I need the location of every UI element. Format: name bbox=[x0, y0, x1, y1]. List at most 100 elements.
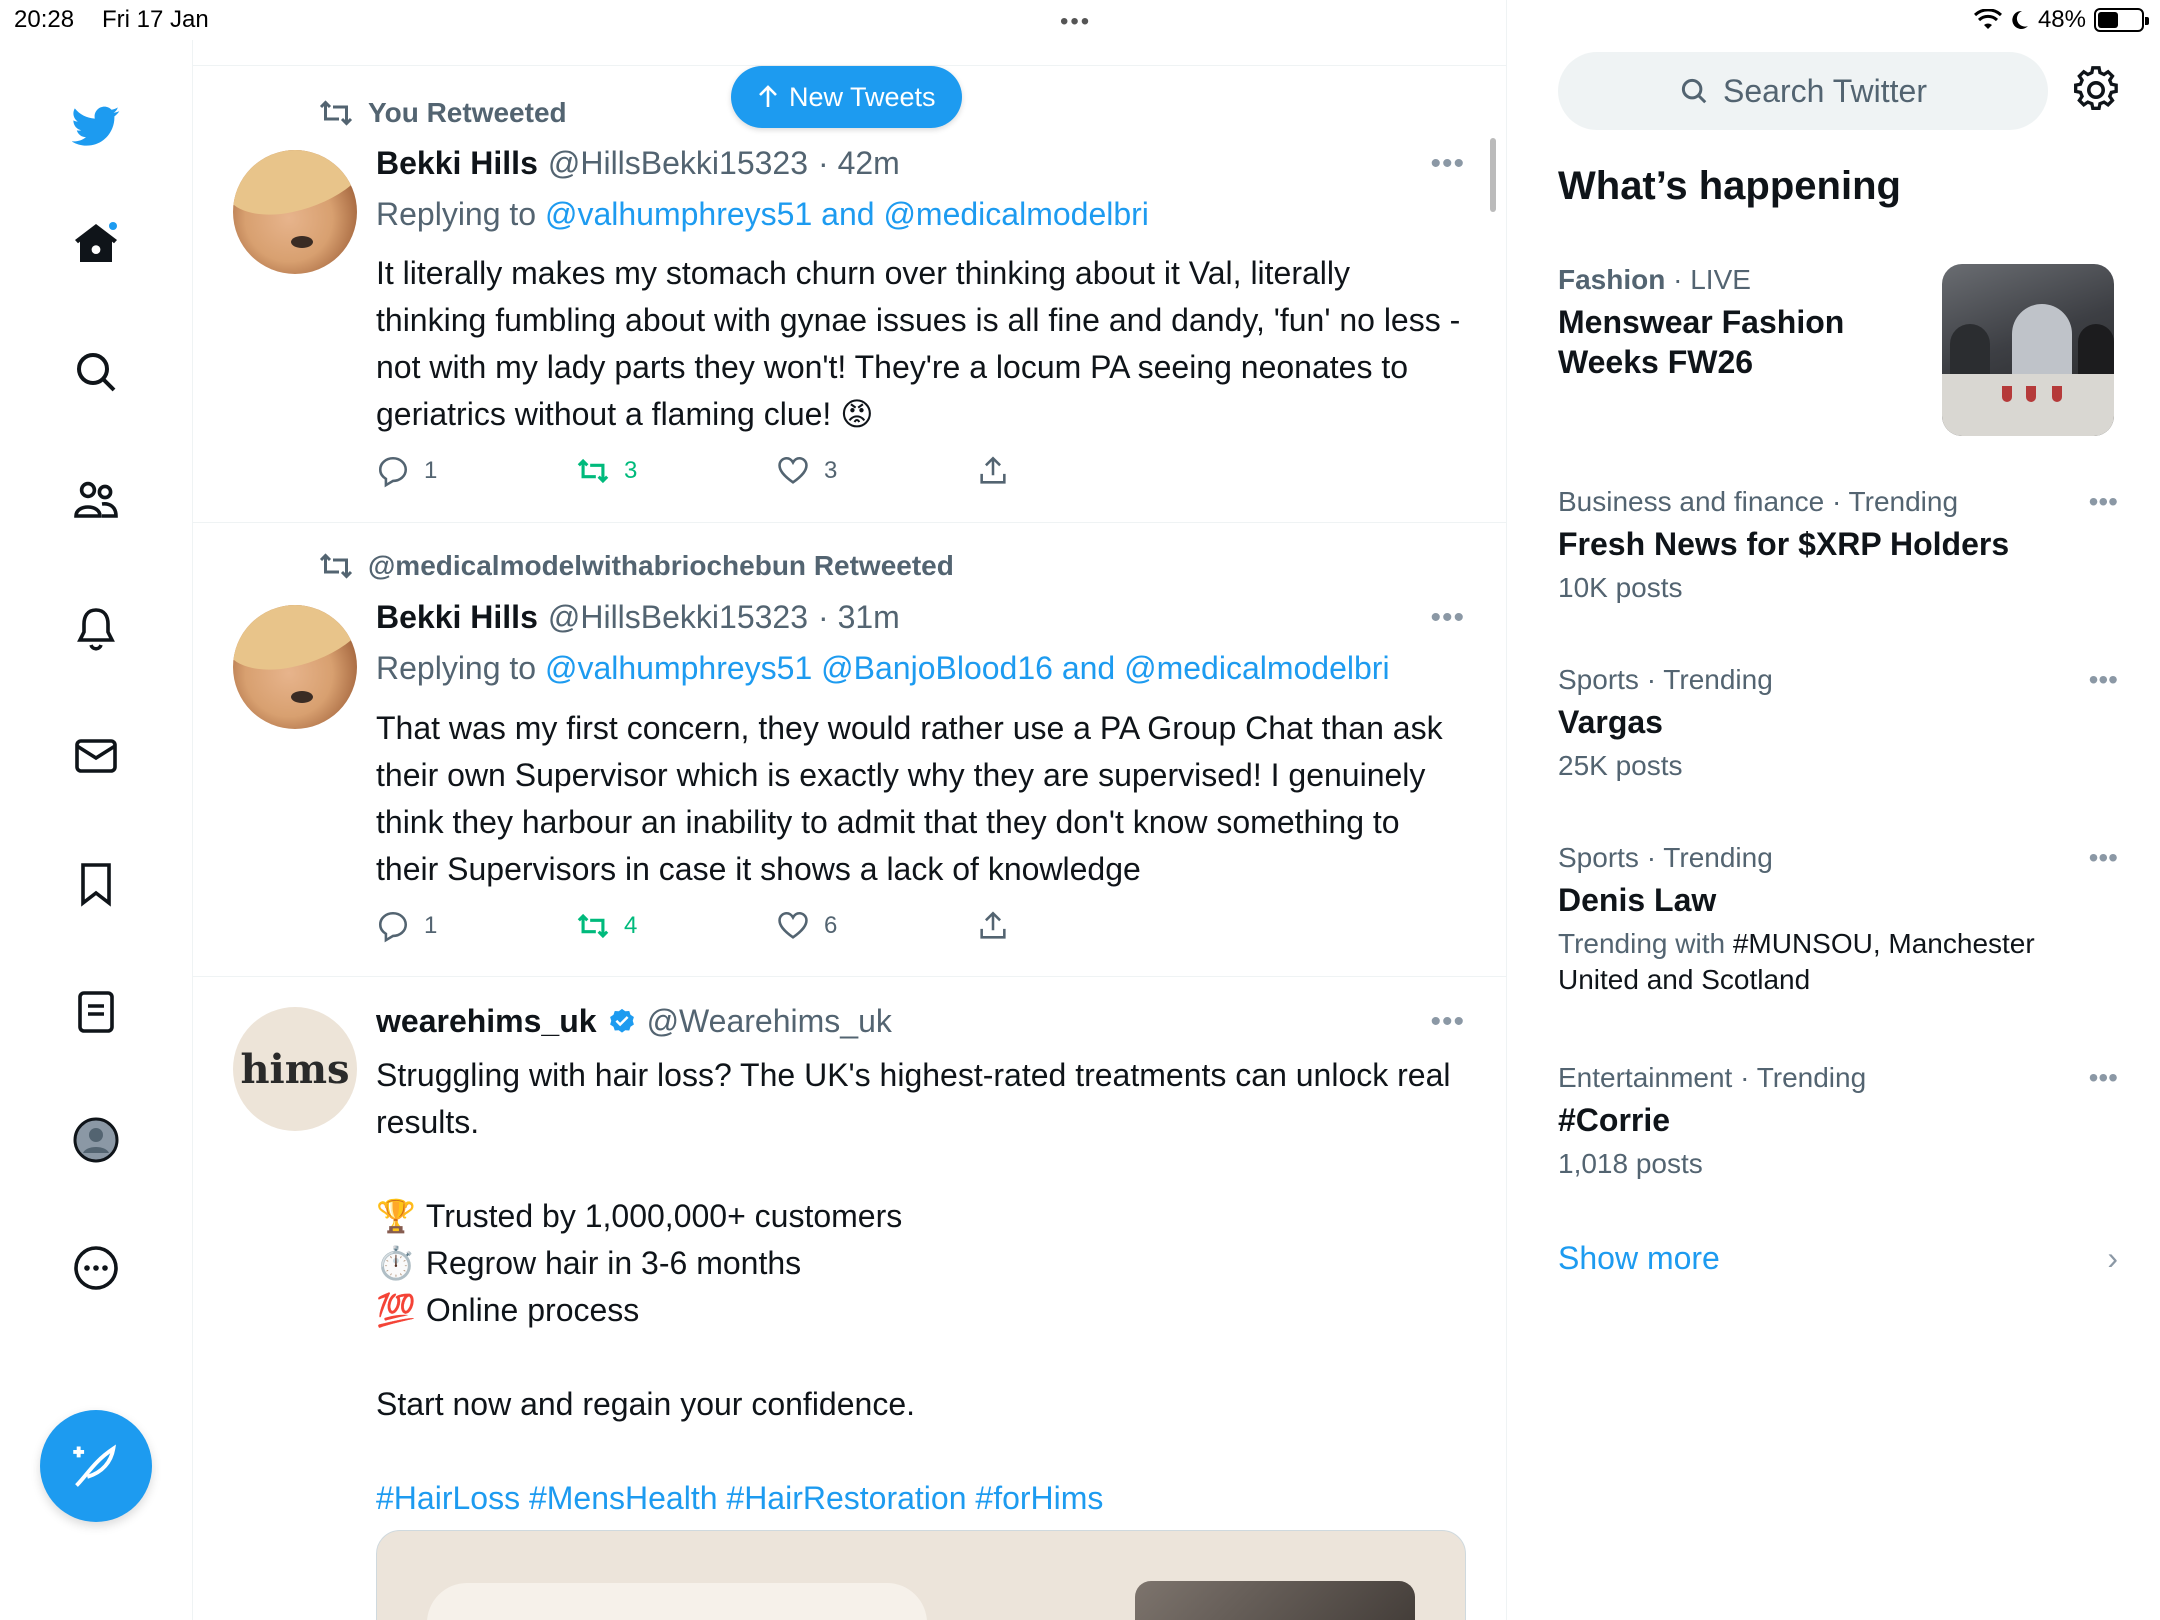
avatar[interactable] bbox=[233, 605, 357, 729]
like-count: 3 bbox=[824, 457, 838, 484]
status-time: 20:28 bbox=[14, 6, 75, 33]
reply-button[interactable]: 1 bbox=[376, 454, 576, 488]
trend-more-icon[interactable]: ••• bbox=[2089, 842, 2118, 874]
trend-item[interactable]: Entertainment · Trending #Corrie 1,018 p… bbox=[1558, 1062, 2118, 1182]
bullet-line: ⏱️ Regrow hair in 3-6 months bbox=[376, 1240, 1466, 1287]
trend-item[interactable]: Business and finance · Trending Fresh Ne… bbox=[1558, 486, 2118, 606]
avatar[interactable]: hims bbox=[233, 1007, 357, 1131]
nav-messages[interactable] bbox=[60, 720, 132, 792]
tweet-more-icon[interactable]: ••• bbox=[1430, 1005, 1465, 1039]
tweet[interactable]: You Retweeted Bekki Hills @HillsBekki153… bbox=[193, 67, 1506, 523]
retweet-icon bbox=[577, 913, 609, 939]
replying-prefix: Replying to bbox=[376, 650, 537, 686]
trend-topic: Menswear Fashion Weeks FW26 bbox=[1558, 304, 1845, 380]
trend-more-icon[interactable]: ••• bbox=[2089, 486, 2118, 518]
tweet-time[interactable]: · 42m bbox=[818, 145, 900, 182]
profile-avatar-icon bbox=[73, 1117, 119, 1163]
trend-item[interactable]: Fashion · LIVE Menswear Fashion Weeks FW… bbox=[1558, 264, 1938, 382]
trend-more-icon[interactable]: ••• bbox=[2089, 1062, 2118, 1094]
trend-thumbnail[interactable] bbox=[1942, 264, 2114, 436]
nav-home[interactable] bbox=[60, 208, 132, 280]
promoted-media-card[interactable] bbox=[376, 1530, 1466, 1620]
tweet-more-icon[interactable]: ••• bbox=[1430, 147, 1465, 181]
home-icon bbox=[75, 222, 117, 262]
twitter-logo-icon[interactable] bbox=[60, 90, 132, 162]
like-button[interactable]: 6 bbox=[776, 909, 976, 943]
retweet-button[interactable]: 4 bbox=[576, 909, 776, 943]
author-handle[interactable]: @HillsBekki15323 bbox=[548, 599, 808, 636]
trend-item[interactable]: Sports · Trending Vargas 25K posts ••• bbox=[1558, 664, 2118, 784]
tweet-text: That was my first concern, they would ra… bbox=[376, 710, 1443, 887]
author-name[interactable]: Bekki Hills bbox=[376, 145, 538, 182]
tweet-text: It literally makes my stomach churn over… bbox=[376, 255, 1461, 432]
more-circle-icon bbox=[74, 1246, 118, 1290]
tweet-time[interactable]: · 31m bbox=[818, 599, 900, 636]
retweeted-by: @medicalmodelwithabriochebun Retweeted bbox=[368, 550, 954, 581]
replying-to-link[interactable]: @valhumphreys51 @BanjoBlood16 and @medic… bbox=[545, 650, 1390, 686]
retweet-context: You Retweeted bbox=[318, 97, 567, 129]
trend-category: Sports · Trending bbox=[1558, 842, 1773, 873]
scrollbar-thumb[interactable] bbox=[1490, 138, 1496, 212]
trend-topic: #Corrie bbox=[1558, 1102, 1671, 1138]
reply-button[interactable]: 1 bbox=[376, 909, 576, 943]
search-placeholder: Search Twitter bbox=[1723, 72, 1927, 109]
replying-to-link[interactable]: @valhumphreys51 and @medicalmodelbri bbox=[545, 196, 1149, 232]
whats-happening-heading: What’s happening bbox=[1558, 164, 1901, 208]
new-tweets-label: New Tweets bbox=[789, 81, 936, 112]
tweet-actions: 1 3 3 bbox=[376, 454, 1176, 488]
nav-more[interactable] bbox=[60, 1232, 132, 1304]
trend-category: Sports · Trending bbox=[1558, 664, 1773, 695]
timeline-header bbox=[193, 0, 1506, 66]
search-icon bbox=[1681, 78, 1707, 104]
compose-tweet-button[interactable] bbox=[40, 1410, 152, 1522]
author-handle[interactable]: @HillsBekki15323 bbox=[548, 145, 808, 182]
nav-communities[interactable] bbox=[60, 464, 132, 536]
chevron-right-icon: › bbox=[2107, 1240, 2118, 1276]
search-input[interactable]: Search Twitter bbox=[1558, 52, 2048, 130]
trend-meta: Fashion · LIVE bbox=[1558, 264, 1938, 296]
reply-count: 1 bbox=[424, 457, 438, 484]
share-button[interactable] bbox=[976, 454, 1176, 488]
bell-icon bbox=[77, 608, 115, 651]
home-timeline: New Tweets You Retweeted Bekki Hills @Hi… bbox=[193, 0, 1507, 1620]
trend-item[interactable]: Sports · Trending Denis Law Trending wit… bbox=[1558, 842, 2118, 998]
share-button[interactable] bbox=[976, 909, 1176, 943]
left-navigation bbox=[0, 40, 193, 1620]
retweet-button[interactable]: 3 bbox=[576, 454, 776, 488]
envelope-icon bbox=[75, 739, 117, 773]
author-name[interactable]: wearehims_uk bbox=[376, 1003, 597, 1040]
author-name[interactable]: Bekki Hills bbox=[376, 599, 538, 636]
communities-icon bbox=[74, 481, 118, 518]
bullet-line: 💯 Online process bbox=[376, 1287, 1466, 1334]
avatar[interactable] bbox=[233, 150, 357, 274]
retweet-count: 4 bbox=[624, 912, 638, 939]
heart-icon bbox=[778, 456, 808, 484]
trend-category: Entertainment · Trending bbox=[1558, 1062, 1867, 1093]
arrow-up-icon bbox=[759, 85, 777, 107]
trend-context: Trending with #MUNSOU, Manchester United… bbox=[1558, 926, 2118, 998]
gear-icon[interactable] bbox=[2072, 66, 2120, 114]
bullet-text: Trusted by 1,000,000+ customers bbox=[425, 1198, 903, 1234]
author-handle[interactable]: @Wearehims_uk bbox=[647, 1003, 892, 1040]
replying-to: Replying to @valhumphreys51 @BanjoBlood1… bbox=[376, 650, 1390, 687]
retweet-context: @medicalmodelwithabriochebun Retweeted bbox=[318, 550, 954, 582]
trend-posts: 10K posts bbox=[1558, 572, 1683, 603]
nav-explore[interactable] bbox=[60, 336, 132, 408]
nav-profile[interactable] bbox=[60, 1104, 132, 1176]
show-more-link[interactable]: Show more › bbox=[1558, 1240, 2118, 1277]
hashtags[interactable]: #HairLoss #MensHealth #HairRestoration #… bbox=[376, 1475, 1466, 1522]
like-button[interactable]: 3 bbox=[776, 454, 976, 488]
retweet-icon bbox=[577, 458, 609, 484]
tweet-more-icon[interactable]: ••• bbox=[1430, 601, 1465, 635]
nav-lists[interactable] bbox=[60, 976, 132, 1048]
heart-icon bbox=[778, 911, 808, 939]
hundred-icon: 💯 bbox=[376, 1292, 416, 1328]
tweet-header: Bekki Hills @HillsBekki15323 · 31m bbox=[376, 599, 900, 636]
trend-more-icon[interactable]: ••• bbox=[2089, 664, 2118, 696]
tweet[interactable]: hims wearehims_uk @Wearehims_uk ••• Stru… bbox=[193, 977, 1506, 1620]
new-tweets-button[interactable]: New Tweets bbox=[731, 66, 962, 128]
tweet[interactable]: @medicalmodelwithabriochebun Retweeted B… bbox=[193, 523, 1506, 977]
nav-notifications[interactable] bbox=[60, 592, 132, 664]
nav-bookmarks[interactable] bbox=[60, 848, 132, 920]
media-pill bbox=[427, 1583, 927, 1620]
